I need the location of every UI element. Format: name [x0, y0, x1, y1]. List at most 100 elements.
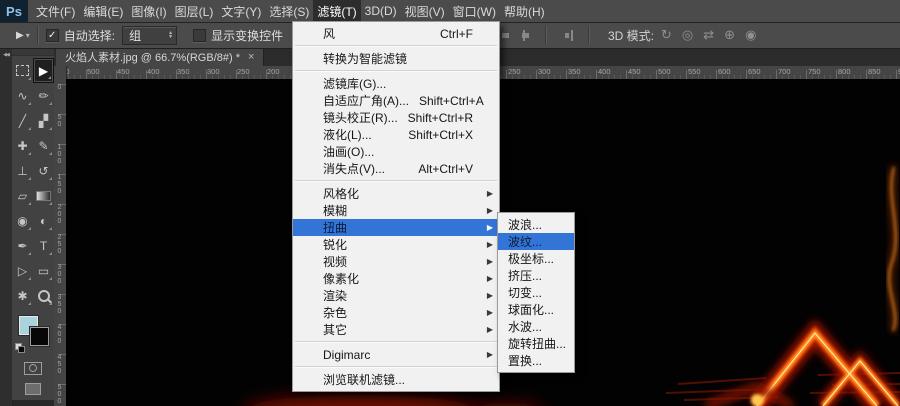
- ruler-h-label: 400: [147, 67, 160, 76]
- crop-tool[interactable]: ▞: [33, 108, 54, 133]
- shape-tool[interactable]: ▭: [33, 258, 54, 283]
- distort-submenu-item[interactable]: 波浪...: [498, 216, 574, 233]
- distort-submenu-item[interactable]: 极坐标...: [498, 250, 574, 267]
- 3d-rotate-icon[interactable]: ↻: [661, 27, 672, 43]
- blur-tool[interactable]: ◉: [12, 208, 33, 233]
- healing-brush-tool[interactable]: ✚: [12, 133, 33, 158]
- filter-menu-item[interactable]: 滤镜库(G)...: [293, 75, 499, 92]
- filter-menu-item[interactable]: 油画(O)...: [293, 143, 499, 160]
- distort-submenu-item[interactable]: 水波...: [498, 318, 574, 335]
- rectangular-marquee-tool[interactable]: [12, 58, 33, 83]
- 3d-scale-icon[interactable]: ◉: [745, 27, 756, 43]
- screen-mode-button[interactable]: [25, 383, 41, 395]
- filter-menu-item[interactable]: 视频 ▶: [293, 253, 499, 270]
- distort-submenu-item[interactable]: 切变...: [498, 284, 574, 301]
- tools-panel: ▶ ∿ ✏ ╱ ▞ ✚ ✎ ⊥ ↺ ▱ ◉ ◐ ✒ T ▷ ▭ ✱: [12, 48, 55, 401]
- ruler-h-label: 650: [748, 67, 761, 76]
- dodge-tool-icon: ◐: [39, 213, 48, 228]
- ruler-h-label: 450: [628, 67, 641, 76]
- menubar-item[interactable]: 图像(I): [127, 0, 170, 22]
- color-swatches: [15, 315, 50, 353]
- distort-submenu-item[interactable]: 挤压...: [498, 267, 574, 284]
- close-icon[interactable]: ×: [248, 51, 254, 63]
- menu-item-label: 挤压...: [508, 269, 543, 283]
- menu-item-label: 滤镜库(G)...: [323, 77, 387, 91]
- filter-menu-item[interactable]: 杂色 ▶: [293, 304, 499, 321]
- clone-stamp-tool[interactable]: ⊥: [12, 158, 33, 183]
- filter-menu-item[interactable]: 转换为智能滤镜: [293, 50, 499, 67]
- distort-submenu-item[interactable]: 旋转扭曲...: [498, 335, 574, 352]
- filter-menu-item[interactable]: 像素化 ▶: [293, 270, 499, 287]
- background-color-swatch[interactable]: [29, 326, 50, 347]
- filter-menu-item[interactable]: 自适应广角(A)... Shift+Ctrl+A: [293, 92, 499, 109]
- menubar-item[interactable]: 编辑(E): [79, 0, 127, 22]
- collapse-panels-button[interactable]: ◀◀: [0, 52, 12, 58]
- hand-tool[interactable]: ✱: [12, 283, 33, 308]
- lasso-tool[interactable]: ∿: [12, 83, 33, 108]
- 3d-slide-icon[interactable]: ⊕: [724, 27, 735, 43]
- filter-menu-item[interactable]: 模糊 ▶: [293, 202, 499, 219]
- default-colors-icon[interactable]: [15, 343, 25, 353]
- menubar-item[interactable]: 3D(D): [361, 0, 401, 22]
- eraser-tool[interactable]: ▱: [12, 183, 33, 208]
- filter-menu-item[interactable]: 风 Ctrl+F: [293, 25, 499, 42]
- menu-item-label: 镜头校正(R)...: [323, 111, 398, 125]
- gradient-tool[interactable]: [33, 183, 54, 208]
- 3d-roll-icon[interactable]: ◎: [682, 27, 693, 43]
- type-tool[interactable]: T: [33, 233, 54, 258]
- quick-mask-mode-button[interactable]: [24, 362, 42, 375]
- eyedropper-tool[interactable]: ╱: [12, 108, 33, 133]
- menu-item-label: 液化(L)...: [323, 128, 372, 142]
- menubar-items: 文件(F) 编辑(E) 图像(I) 图层(L) 文字(Y) 选择(S) 滤镜(T) 3D(D)…: [32, 0, 549, 22]
- distort-submenu-item[interactable]: 置换...: [498, 352, 574, 369]
- ruler-v-label: 350: [56, 294, 63, 315]
- menu-item-shortcut: Shift+Ctrl+A: [419, 93, 484, 108]
- 3d-drag-icon[interactable]: ⇄: [703, 27, 714, 43]
- menu-item-label: 扭曲: [323, 221, 348, 235]
- filter-menu-item[interactable]: 浏览联机滤镜...: [293, 371, 499, 388]
- filter-menu-item[interactable]: 其它 ▶: [293, 321, 499, 338]
- pen-tool[interactable]: ✒: [12, 233, 33, 258]
- filter-menu-item[interactable]: 风格化 ▶: [293, 185, 499, 202]
- menubar-item[interactable]: 图层(L): [171, 0, 218, 22]
- distort-submenu-item[interactable]: 波纹...: [498, 233, 574, 250]
- show-transform-checkbox[interactable]: [193, 28, 207, 42]
- menubar-item[interactable]: 文字(Y): [217, 0, 265, 22]
- tool-preset-picker[interactable]: ▶ ▾: [16, 30, 30, 41]
- document-tab-title: 火焰人素材.jpg @ 66.7%(RGB/8#) *: [65, 52, 240, 64]
- filter-menu-item[interactable]: 消失点(V)... Alt+Ctrl+V: [293, 160, 499, 177]
- filter-menu-item[interactable]: 渲染 ▶: [293, 287, 499, 304]
- move-tool[interactable]: ▶: [33, 58, 54, 83]
- filter-menu-item[interactable]: 镜头校正(R)... Shift+Ctrl+R: [293, 109, 499, 126]
- menubar-item[interactable]: 选择(S): [265, 0, 313, 22]
- menubar-item[interactable]: 文件(F): [32, 0, 79, 22]
- menu-item-label: 风: [323, 27, 336, 41]
- filter-menu-item[interactable]: 锐化 ▶: [293, 236, 499, 253]
- zoom-tool[interactable]: [33, 283, 54, 308]
- menubar-item[interactable]: 视图(V): [401, 0, 449, 22]
- auto-select-mode-value: 组: [129, 28, 142, 43]
- path-selection-tool-icon: ▷: [17, 263, 28, 278]
- ruler-h-label: 700: [778, 67, 791, 76]
- document-tab[interactable]: 火焰人素材.jpg @ 66.7%(RGB/8#) * ×: [56, 48, 265, 66]
- menubar-item[interactable]: 窗口(W): [449, 0, 500, 22]
- filter-menu-item[interactable]: 液化(L)... Shift+Ctrl+X: [293, 126, 499, 143]
- distort-submenu-item[interactable]: 球面化...: [498, 301, 574, 318]
- align-centers-icon[interactable]: [518, 29, 531, 41]
- quick-selection-tool[interactable]: ✏: [33, 83, 54, 108]
- ruler-v-label: 150: [56, 174, 63, 195]
- menubar-item[interactable]: 滤镜(T): [313, 0, 361, 22]
- dodge-tool[interactable]: ◐: [33, 208, 54, 233]
- menubar-item[interactable]: 帮助(H): [500, 0, 549, 22]
- menu-item-label: 像素化: [323, 272, 360, 286]
- history-brush-tool[interactable]: ↺: [33, 158, 54, 183]
- filter-menu-item[interactable]: Digimarc ▶: [293, 346, 499, 363]
- distribute-icon[interactable]: [561, 29, 574, 41]
- path-selection-tool[interactable]: ▷: [12, 258, 33, 283]
- filter-menu-item[interactable]: 扭曲 ▶: [293, 219, 499, 236]
- menu-item-label: 浏览联机滤镜...: [323, 373, 406, 387]
- auto-select-mode-dropdown[interactable]: 组 ▲ ▼: [122, 25, 178, 45]
- brush-tool[interactable]: ✎: [33, 133, 54, 158]
- auto-select-checkbox[interactable]: ✓: [45, 28, 59, 42]
- tools-panel-grip[interactable]: [12, 48, 54, 56]
